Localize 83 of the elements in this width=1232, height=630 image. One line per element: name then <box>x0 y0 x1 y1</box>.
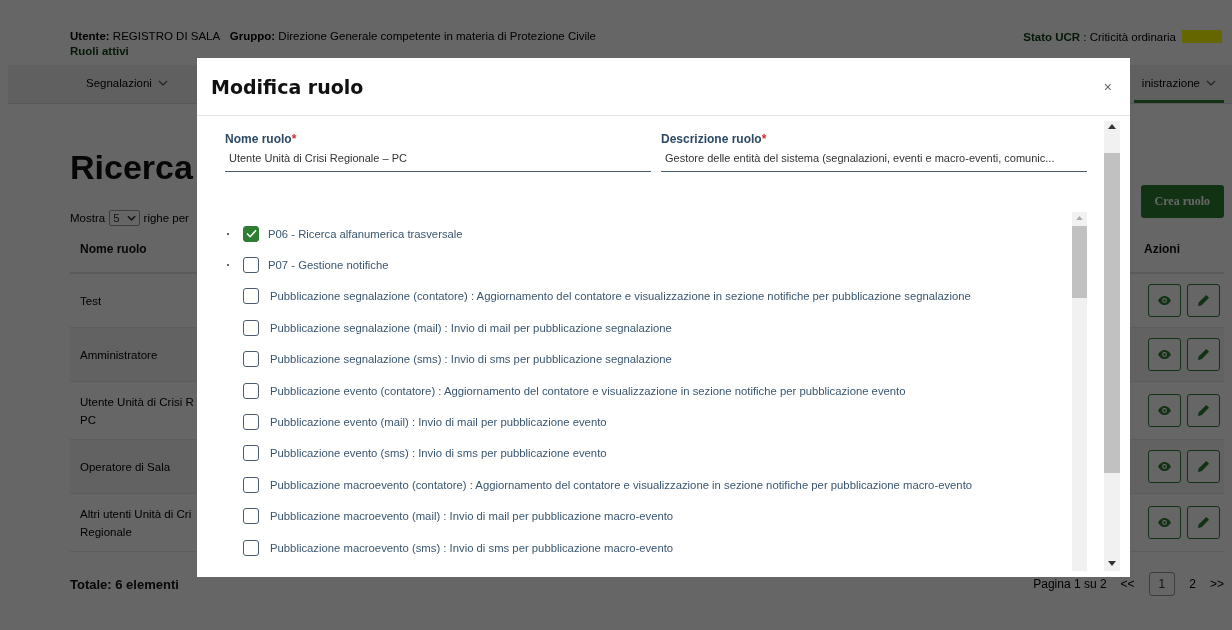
view-button[interactable] <box>1148 506 1181 539</box>
permission-label: Pubblicazione evento (mail) : Invio di mail per pubblicazione evento <box>270 416 607 429</box>
permission-label: Pubblicazione segnalazione (contatore) : Aggiornamento del contatore e visualizzazione in sezione notifiche per pubblicazione segnalazione <box>270 290 971 303</box>
table-cell-text: Utente Unità di Crisi R PC <box>80 394 194 428</box>
input-field[interactable]: Utente Unità di Crisi Regionale – PC <box>225 146 651 172</box>
table-cell-text: Altri utenti Unità di Cri Regionale <box>80 506 192 540</box>
view-button[interactable] <box>1148 284 1181 317</box>
checkbox[interactable] <box>243 414 259 431</box>
chevron-down-icon <box>1206 79 1216 86</box>
permission-label: Pubblicazione macroevento (mail) : Invio di mail per pubblicazione macro-evento <box>270 510 674 523</box>
checkbox[interactable] <box>243 382 259 399</box>
eye-icon <box>1157 461 1172 472</box>
edit-button[interactable] <box>1187 284 1220 317</box>
column-header: Nome ruolo <box>80 242 147 256</box>
permission-label: Pubblicazione macroevento (sms) : Invio di sms per pubblicazione macro-evento <box>270 541 674 554</box>
pencil-icon <box>1197 348 1210 361</box>
table-cell-text: Amministratore <box>80 347 158 363</box>
permission-label: Pubblicazione evento (sms) : Invio di sms per pubblicazione evento <box>270 447 607 460</box>
permission-label: Pubblicazione evento (contatore) : Aggiornamento del contatore e visualizzazione in sezione notifiche per pubblicazione evento <box>270 384 906 397</box>
create-role-button[interactable]: Crea ruolo <box>1140 185 1224 218</box>
edit-button[interactable] <box>1187 394 1220 427</box>
status-indicator <box>1182 30 1222 43</box>
checkbox[interactable] <box>243 351 259 368</box>
scrollbar[interactable] <box>1104 121 1120 571</box>
scrollbar-thumb[interactable] <box>1072 226 1087 298</box>
checkbox[interactable] <box>243 476 259 493</box>
scroll-up-icon[interactable] <box>1108 124 1116 129</box>
page-info: Pagina 1 su 2 <box>1033 577 1107 591</box>
scrollbar-thumb[interactable] <box>1104 153 1120 473</box>
page-link[interactable]: 1 <box>1148 572 1176 596</box>
pencil-icon <box>1197 294 1210 307</box>
permission-label: P07 - Gestione notifiche <box>268 259 389 272</box>
checkbox[interactable] <box>243 508 259 525</box>
view-button[interactable] <box>1148 338 1181 371</box>
checkbox[interactable] <box>243 539 259 556</box>
scroll-down-icon[interactable] <box>1108 561 1116 566</box>
eye-icon <box>1157 349 1172 360</box>
last-page-link[interactable]: >> <box>1210 577 1224 591</box>
view-button[interactable] <box>1148 394 1181 427</box>
chevron-down-icon <box>126 215 136 221</box>
chevron-down-icon <box>157 79 168 86</box>
table-cell-text: Operatore di Sala <box>80 459 171 475</box>
edit-button[interactable] <box>1187 338 1220 371</box>
required-mark: * <box>761 132 767 146</box>
edit-button[interactable] <box>1187 450 1220 483</box>
field-label: Nome ruolo <box>225 132 292 146</box>
close-button[interactable]: × <box>1099 76 1116 97</box>
required-mark: * <box>291 132 297 146</box>
eye-icon <box>1157 517 1172 528</box>
status-info: Stato UCR : Criticità ordinaria <box>1023 30 1176 43</box>
page-size-select[interactable]: 5 <box>109 210 140 226</box>
rows-per-page-label: righe per <box>143 212 189 224</box>
permission-label: Pubblicazione segnalazione (sms) : Invio di sms per pubblicazione segnalazione <box>270 353 672 366</box>
pencil-icon <box>1197 460 1210 473</box>
input-field[interactable]: Gestore delle entità del sistema (segnalazioni, eventi e macro-eventi, comunic... <box>661 146 1087 172</box>
permission-label: Pubblicazione macroevento (contatore) : Aggiornamento del contatore e visualizzazione in sezione notifiche per pubblicazione macro-evento <box>270 478 973 491</box>
checkbox[interactable] <box>243 225 259 242</box>
checkbox[interactable] <box>243 319 259 336</box>
checkbox[interactable] <box>243 288 259 305</box>
permission-label: Pubblicazione segnalazione (mail) : Invio di mail per pubblicazione segnalazione <box>270 321 672 334</box>
permission-label: P06 - Ricerca alfanumerica trasversale <box>268 227 463 240</box>
active-roles-link[interactable]: Ruoli attivi <box>70 45 129 57</box>
eye-icon <box>1157 295 1172 306</box>
scrollbar[interactable] <box>1072 212 1087 571</box>
edit-button[interactable] <box>1187 506 1220 539</box>
first-page-link[interactable]: << <box>1120 577 1135 591</box>
column-header: Azioni <box>1144 242 1181 256</box>
table-cell-text: Test <box>80 293 102 309</box>
user-info: Utente: REGISTRO DI SALA Gruppo: Direzione Generale competente in materia di Protezione Civile <box>70 30 596 43</box>
field-label: Descrizione ruolo <box>661 132 762 146</box>
nav-menu-item[interactable]: inistrazione <box>1133 65 1224 103</box>
eye-icon <box>1157 405 1172 416</box>
page-link[interactable]: 2 <box>1189 577 1196 591</box>
checkbox[interactable] <box>243 257 259 274</box>
pencil-icon <box>1197 516 1210 529</box>
page-title: Ricerca <box>70 148 193 187</box>
modal-title: Modifica ruolo <box>211 75 364 98</box>
view-button[interactable] <box>1148 450 1181 483</box>
checkbox[interactable] <box>243 445 259 462</box>
total-count: Totale: 6 elementi <box>70 576 179 592</box>
show-label: Mostra <box>70 212 106 224</box>
nav-menu-item[interactable]: Segnalazioni <box>78 65 176 103</box>
pencil-icon <box>1197 404 1210 417</box>
